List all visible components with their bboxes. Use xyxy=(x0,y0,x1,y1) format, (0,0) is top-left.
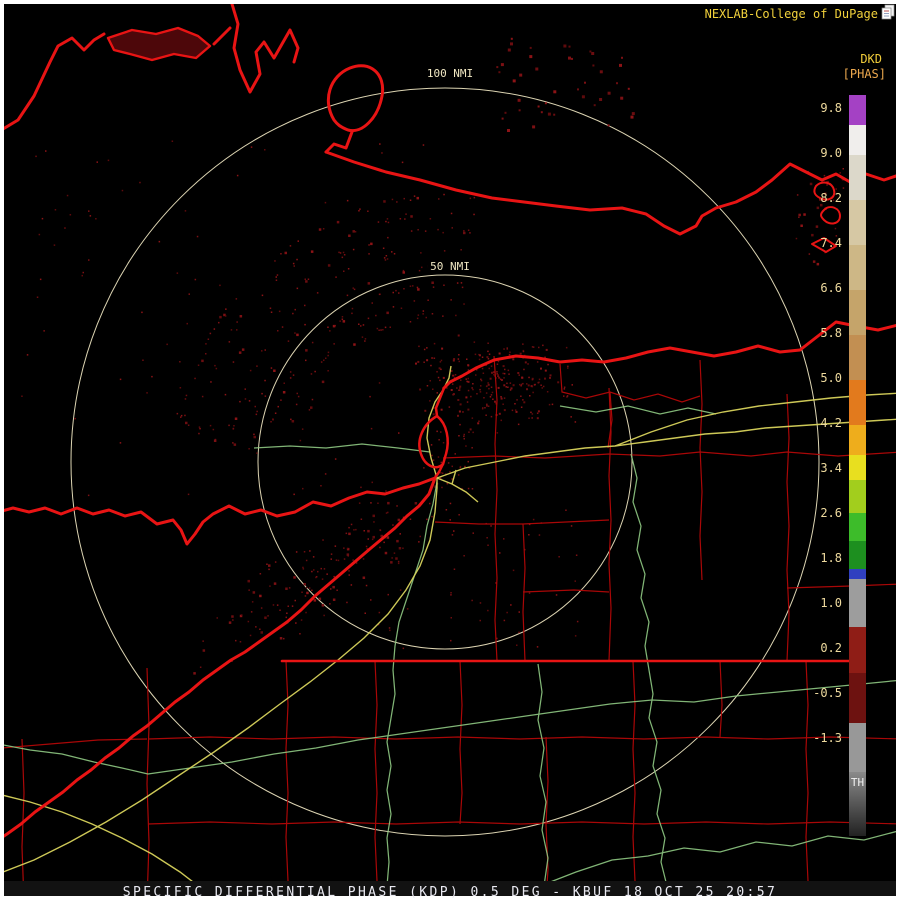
colorbar-tick-label: 1.8 xyxy=(820,551,842,565)
colorbar-segment xyxy=(849,627,866,673)
colorbar-segment xyxy=(849,95,866,125)
radar-app-window: NEXLAB-College of DuPage DKD [PHAS] 9.8 9… xyxy=(0,0,900,900)
colorbar-bottom-label: TH xyxy=(850,776,865,789)
lake-erie-south-shore xyxy=(4,476,437,838)
colorbar-segment xyxy=(849,245,866,290)
colorbar-segment xyxy=(849,513,866,541)
shoreline-topleft-land xyxy=(106,26,212,62)
colorbar-segment xyxy=(849,155,866,200)
highways-yellow xyxy=(4,365,896,896)
colorbar-segment xyxy=(849,673,866,723)
colorbar-tick-label: 6.6 xyxy=(820,281,842,295)
status-bar: SPECIFIC DIFFERENTIAL PHASE (KDP) 0.5 DE… xyxy=(4,881,896,900)
colorbar-segment xyxy=(849,579,866,627)
colorbar-segment xyxy=(849,125,866,155)
status-text: SPECIFIC DIFFERENTIAL PHASE (KDP) 0.5 DE… xyxy=(122,885,778,900)
colorbar-tick-label: 0.2 xyxy=(820,641,842,655)
colorbar-tick-label: 5.8 xyxy=(820,326,842,340)
colorbar-tick-label: 7.4 xyxy=(820,236,842,250)
colorbar xyxy=(849,95,866,836)
radar-map xyxy=(4,4,896,896)
colorbar-tick-label: 4.2 xyxy=(820,416,842,430)
product-code: DKD xyxy=(860,52,882,66)
outer-range-ring-label: 100 NMI xyxy=(423,67,477,80)
lake-erie-north-shore xyxy=(4,476,437,546)
colorbar-tick-label: 9.0 xyxy=(820,146,842,160)
county-lines xyxy=(4,355,896,896)
shoreline-squiggle xyxy=(230,4,300,94)
colorbar-segment xyxy=(849,290,866,335)
colorbar-tick-label: 1.0 xyxy=(820,596,842,610)
units-label: [PHAS] xyxy=(842,67,886,81)
colorbar-tick-labels: 9.8 9.0 8.2 7.4 6.6 5.8 5.0 4.2 3.4 2.6 1.8 1.0 0.2 -… xyxy=(794,0,842,790)
colorbar-segment xyxy=(849,455,866,480)
colorbar-tick-label: -1.3 xyxy=(813,731,842,745)
colorbar-segment xyxy=(849,425,866,455)
colorbar-tick-label: -0.5 xyxy=(813,686,842,700)
colorbar-segment xyxy=(849,335,866,380)
colorbar-segment xyxy=(849,723,866,772)
colorbar-segment xyxy=(849,569,866,579)
radar-screen xyxy=(4,4,896,896)
colorbar-tick-label: 5.0 xyxy=(820,371,842,385)
brand-text: NEXLAB-College of DuPage xyxy=(704,7,878,21)
lake-simcoe-outline xyxy=(326,64,385,133)
pages-icon[interactable] xyxy=(881,4,896,20)
colorbar-segment xyxy=(849,200,866,245)
colorbar-tick-label: 9.8 xyxy=(820,101,842,115)
colorbar-tick-label: 8.2 xyxy=(820,191,842,205)
state-borders-shorelines xyxy=(4,4,896,838)
colorbar-tick-label: 3.4 xyxy=(820,461,842,475)
colorbar-segment xyxy=(849,380,866,425)
colorbar-segment xyxy=(849,541,866,569)
shoreline-topleft-peninsula xyxy=(4,32,106,131)
colorbar-segment xyxy=(849,480,866,513)
colorbar-tick-label: 2.6 xyxy=(820,506,842,520)
inner-range-ring-label: 50 NMI xyxy=(427,260,473,273)
